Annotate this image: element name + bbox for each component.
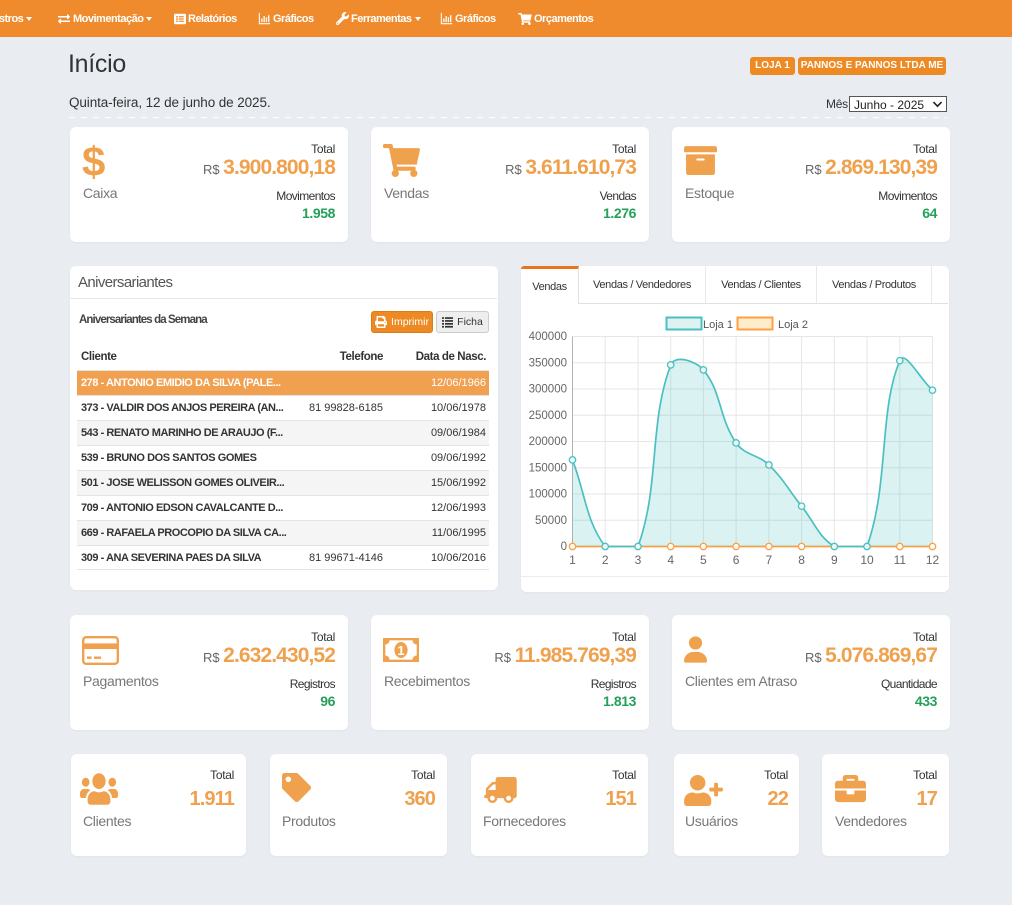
svg-text:Loja 2: Loja 2	[778, 319, 808, 331]
svg-text:1: 1	[569, 553, 576, 567]
svg-text:11: 11	[894, 553, 907, 567]
svg-text:2: 2	[602, 553, 609, 567]
svg-text:6: 6	[733, 553, 740, 567]
svg-text:10: 10	[860, 553, 874, 567]
svg-text:4: 4	[667, 553, 674, 567]
svg-text:0: 0	[561, 541, 567, 553]
svg-text:50000: 50000	[535, 515, 567, 527]
svg-text:300000: 300000	[529, 384, 567, 396]
svg-text:5: 5	[700, 553, 707, 567]
svg-text:12: 12	[926, 553, 940, 567]
svg-text:100000: 100000	[529, 489, 567, 501]
svg-text:350000: 350000	[529, 357, 567, 369]
svg-text:3: 3	[635, 553, 642, 567]
svg-text:150000: 150000	[529, 462, 567, 474]
svg-text:250000: 250000	[529, 410, 567, 422]
svg-text:Loja 1: Loja 1	[703, 319, 733, 331]
svg-text:1: 1	[397, 643, 404, 658]
svg-text:400000: 400000	[529, 331, 567, 343]
svg-text:200000: 200000	[529, 436, 567, 448]
svg-text:9: 9	[831, 553, 838, 567]
svg-text:7: 7	[766, 553, 773, 567]
svg-text:8: 8	[798, 553, 805, 567]
